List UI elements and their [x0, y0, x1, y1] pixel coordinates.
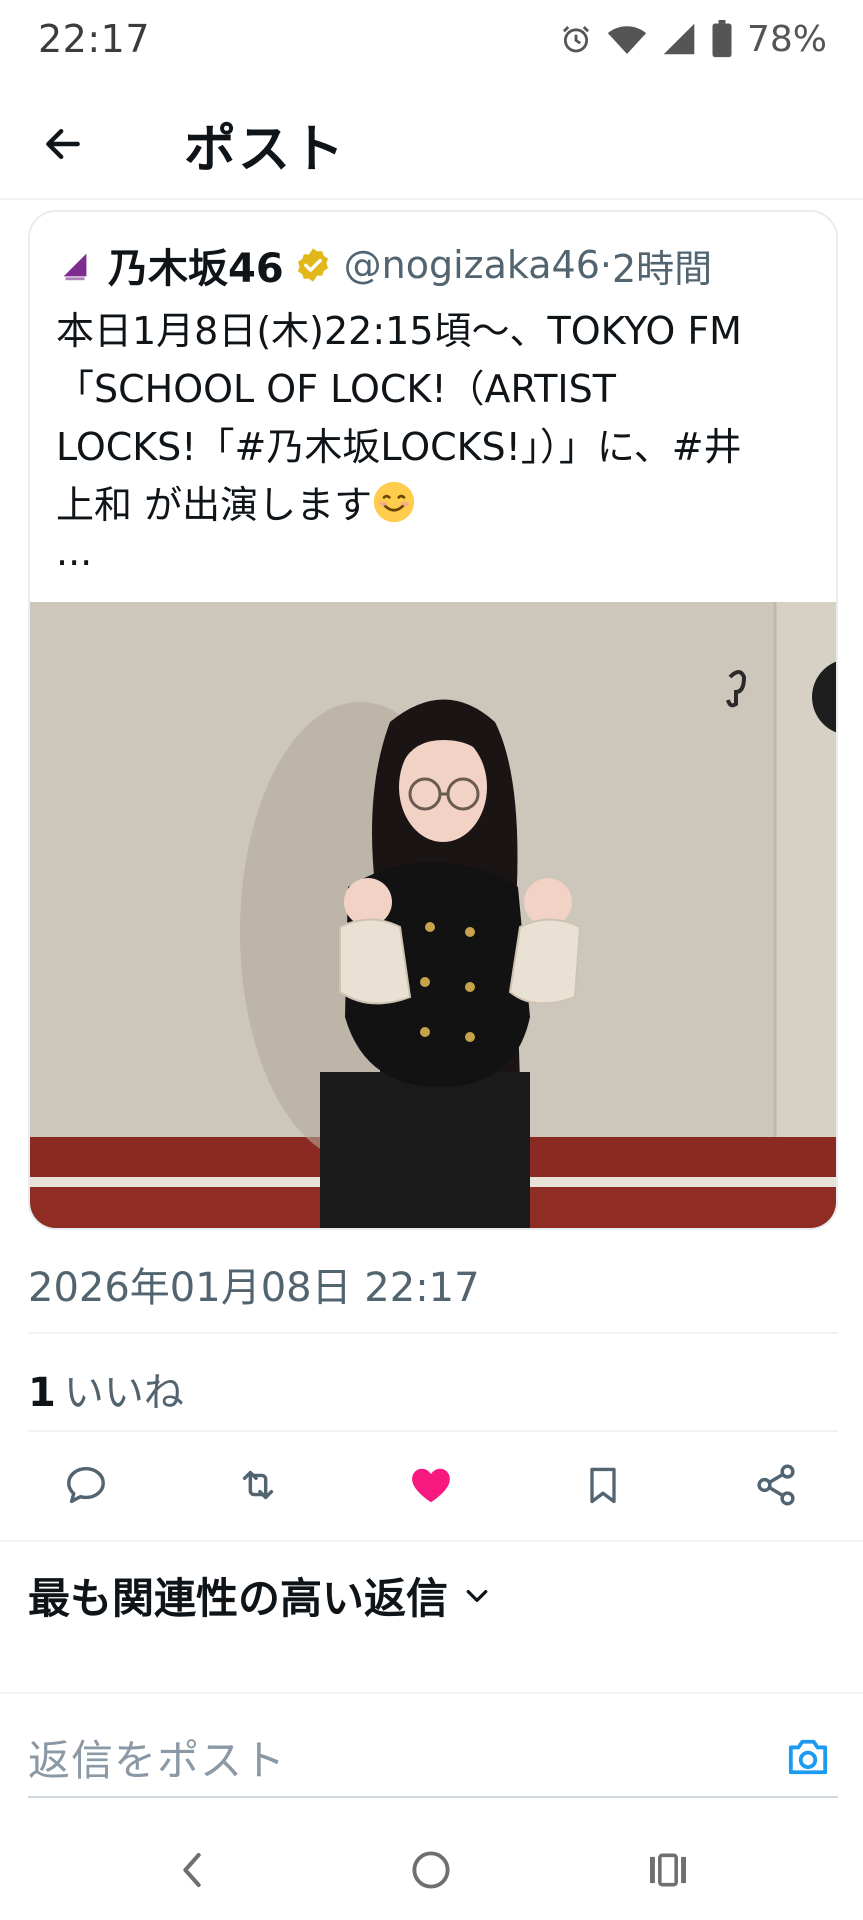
signal-icon — [661, 22, 697, 56]
quoted-post-card[interactable]: 乃木坂46 @nogizaka46 · 2時間 本日1月8日(木)22:15頃〜… — [28, 210, 838, 1230]
heart-icon — [412, 1468, 450, 1503]
post-timestamp: 2026年01月08日 22:17 — [28, 1265, 480, 1311]
post-text-line: LOCKS!「#乃木坂LOCKS!」）」に、#井 — [56, 425, 742, 469]
post-text-line: 本日1月8日(木)22:15頃〜、TOKYO FM — [56, 309, 742, 353]
bookmark-button[interactable] — [563, 1445, 643, 1525]
share-button[interactable] — [736, 1445, 816, 1525]
repost-button[interactable] — [218, 1445, 298, 1525]
post-action-bar — [0, 1445, 863, 1525]
like-button[interactable] — [391, 1445, 471, 1525]
post-relative-time: 2時間 — [612, 246, 713, 291]
post-text: 本日1月8日(木)22:15頃〜、TOKYO FM 「SCHOOL OF LOC… — [56, 302, 836, 534]
alarm-icon — [559, 22, 593, 56]
nav-home-button[interactable] — [401, 1845, 461, 1895]
divider — [28, 1430, 838, 1432]
battery-icon — [711, 20, 733, 58]
nav-recents-icon — [650, 1853, 686, 1887]
reply-button[interactable] — [46, 1445, 126, 1525]
arrow-left-icon — [46, 128, 80, 160]
likes-label: いいね — [63, 1370, 184, 1416]
status-icons: 78% — [559, 19, 827, 60]
screen: 22:17 78% ポスト 乃木坂46 @nogizaka46 · 2時間 本日… — [0, 0, 863, 1920]
bookmark-icon — [590, 1467, 616, 1504]
post-text-line: 「SCHOOL OF LOCK!（ARTIST — [56, 367, 616, 411]
status-bar: 22:17 78% — [0, 0, 863, 78]
comment-icon — [67, 1466, 105, 1504]
more-text-indicator: ... — [56, 530, 93, 574]
reply-sort-label: 最も関連性の高い返信 — [28, 1574, 449, 1623]
header: ポスト — [0, 90, 863, 200]
section-divider — [0, 1540, 863, 1542]
status-time: 22:17 — [38, 17, 151, 61]
back-button[interactable] — [28, 109, 98, 179]
nav-home-icon — [412, 1851, 450, 1889]
post-text-segment: 上和 が出演します — [56, 483, 373, 527]
camera-icon — [788, 1739, 828, 1775]
smiling-face-emoji-icon — [373, 481, 415, 523]
likes-summary[interactable]: 1 いいね — [28, 1360, 184, 1418]
nav-recents-button[interactable] — [638, 1845, 698, 1895]
nav-back-button[interactable] — [162, 1845, 222, 1895]
verified-badge-icon — [297, 248, 328, 282]
section-divider — [0, 1692, 863, 1694]
system-nav-bar — [0, 1820, 863, 1920]
nav-back-icon — [183, 1853, 201, 1887]
reply-input[interactable]: 返信をポスト — [28, 1727, 286, 1788]
post-author-row: 乃木坂46 @nogizaka46 · 2時間 — [56, 230, 712, 300]
author-name[interactable]: 乃木坂46 — [108, 236, 284, 294]
post-text-line: 上和 が出演します — [56, 476, 836, 534]
reply-composer[interactable]: 返信をポスト — [28, 1718, 838, 1798]
likes-count: 1 — [28, 1370, 56, 1416]
camera-button[interactable] — [778, 1727, 838, 1787]
chevron-down-icon — [466, 1589, 488, 1602]
share-icon — [757, 1464, 795, 1506]
author-handle[interactable]: @nogizaka46 — [344, 243, 600, 287]
separator: · — [599, 243, 612, 287]
avatar[interactable] — [56, 246, 94, 284]
battery-percent: 78% — [746, 18, 827, 60]
wifi-icon — [607, 22, 647, 56]
page-title: ポスト — [184, 119, 347, 180]
post-photo[interactable] — [30, 602, 836, 1228]
repost-icon — [242, 1470, 274, 1500]
reply-sort-selector[interactable]: 最も関連性の高い返信 — [28, 1565, 492, 1626]
divider — [28, 1332, 838, 1334]
